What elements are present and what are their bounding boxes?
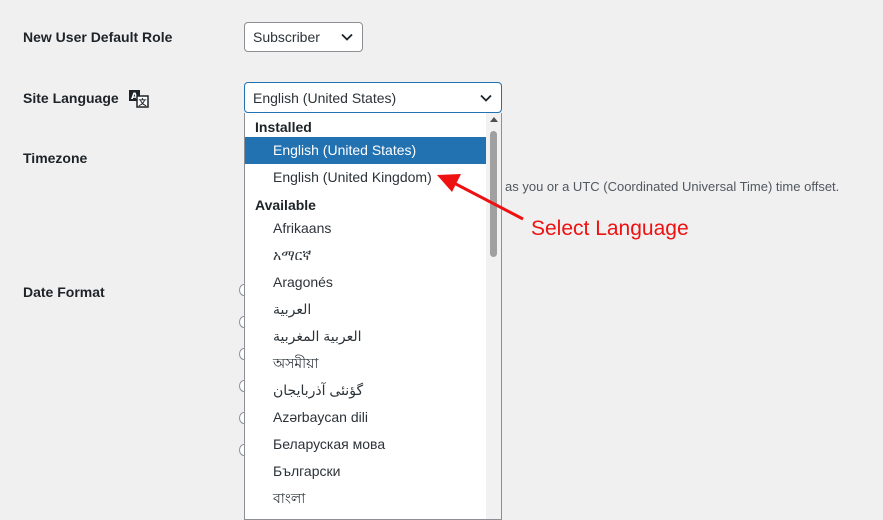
svg-text:文: 文	[138, 97, 147, 107]
language-option[interactable]: አማርኛ	[245, 242, 486, 269]
site-language-label-row: Site Language A 文	[23, 90, 149, 109]
language-option[interactable]: বাংলা	[245, 485, 486, 512]
chevron-down-icon	[480, 94, 492, 102]
date-format-label: Date Format	[23, 284, 105, 300]
language-option[interactable]: العربية	[245, 296, 486, 323]
language-option[interactable]: Afrikaans	[245, 215, 486, 242]
default-role-select[interactable]: Subscriber	[244, 22, 363, 52]
scroll-up-arrow-icon[interactable]	[490, 117, 498, 122]
site-language-select[interactable]: English (United States)	[244, 82, 502, 113]
default-role-value: Subscriber	[253, 29, 320, 45]
language-dropdown-list[interactable]: Installed English (United States) Englis…	[244, 113, 502, 520]
translate-icon: A 文	[128, 90, 149, 109]
language-option-selected[interactable]: English (United States)	[245, 137, 486, 164]
language-option[interactable]: Беларуская мова	[245, 431, 486, 458]
dropdown-scrollbar[interactable]	[486, 113, 501, 519]
annotation-label: Select Language	[531, 217, 689, 240]
site-language-label: Site Language	[23, 90, 119, 106]
timezone-label: Timezone	[23, 150, 88, 166]
language-option[interactable]: Български	[245, 458, 486, 485]
installed-group-label: Installed	[255, 119, 312, 135]
language-option[interactable]: العربية المغربية	[245, 323, 486, 350]
default-role-label: New User Default Role	[23, 29, 173, 45]
scrollbar-thumb[interactable]	[490, 131, 497, 257]
chevron-down-icon	[341, 33, 353, 41]
available-group-label: Available	[255, 197, 316, 213]
timezone-description: as you or a UTC (Coordinated Universal T…	[505, 179, 840, 194]
language-option[interactable]: অসমীয়া	[245, 350, 486, 377]
language-option[interactable]: Aragonés	[245, 269, 486, 296]
language-option[interactable]: گؤنئی آذربایجان	[245, 377, 486, 404]
language-option[interactable]: Azərbaycan dili	[245, 404, 486, 431]
language-option[interactable]: English (United Kingdom)	[245, 164, 486, 191]
site-language-value: English (United States)	[253, 89, 397, 106]
